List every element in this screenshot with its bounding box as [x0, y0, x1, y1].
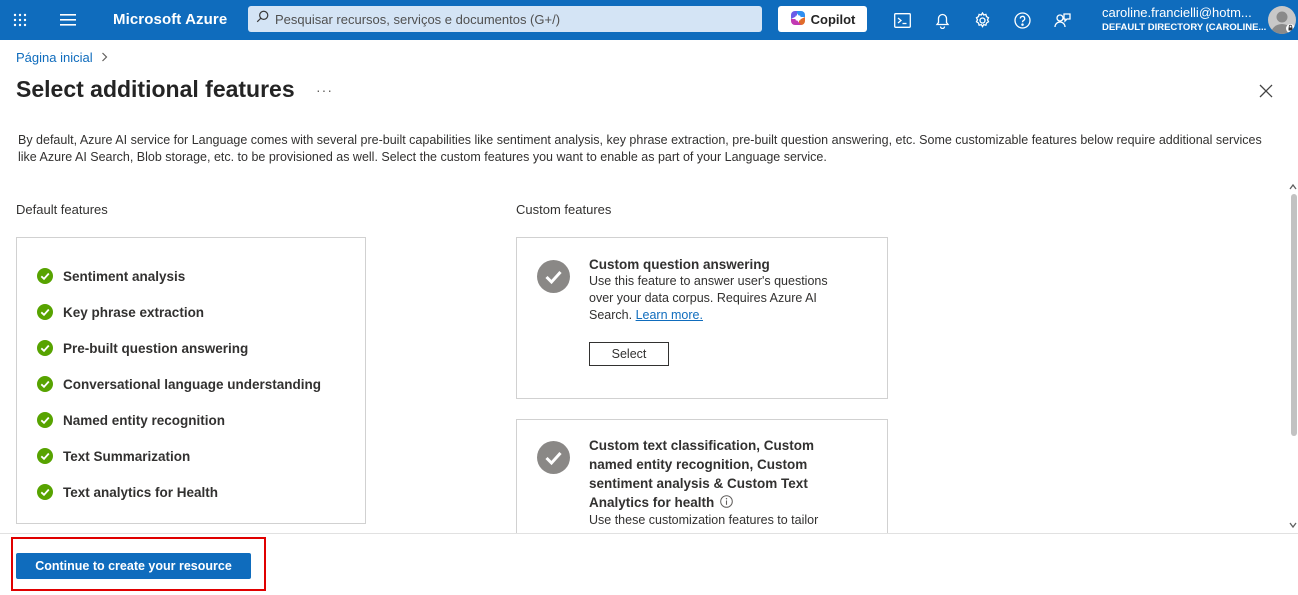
search-icon — [256, 10, 269, 28]
list-item: Named entity recognition — [17, 402, 365, 438]
check-circle-icon — [37, 340, 53, 356]
continue-create-resource-button[interactable]: Continue to create your resource — [16, 553, 251, 579]
cloud-shell-icon[interactable] — [890, 8, 914, 32]
copilot-label: Copilot — [810, 11, 856, 27]
check-circle-icon — [37, 484, 53, 500]
check-circle-icon — [537, 441, 570, 474]
breadcrumb: Página inicial — [16, 50, 108, 65]
check-circle-icon — [37, 376, 53, 392]
default-features-label: Default features — [16, 202, 108, 217]
feature-label: Text Summarization — [63, 448, 191, 464]
card-title: Custom question answering — [589, 257, 770, 272]
feature-label: Sentiment analysis — [63, 268, 186, 284]
account-email: caroline.francielli@hotm... — [1102, 5, 1252, 20]
feature-label: Text analytics for Health — [63, 484, 219, 500]
hamburger-menu-icon[interactable] — [56, 8, 80, 32]
scrollbar-thumb[interactable] — [1291, 194, 1297, 436]
page-title: Select additional features — [16, 76, 295, 102]
check-circle-icon — [37, 304, 53, 320]
gear-icon[interactable] — [970, 8, 994, 32]
feature-label: Conversational language understanding — [63, 376, 322, 392]
copilot-button[interactable]: Copilot — [778, 6, 867, 32]
default-features-list: Sentiment analysis Key phrase extraction… — [16, 237, 366, 524]
scroll-down-arrow-icon[interactable] — [1288, 518, 1298, 530]
global-search-box[interactable] — [248, 6, 762, 32]
bell-icon[interactable] — [930, 8, 954, 32]
custom-question-answering-card: Custom question answering Use this featu… — [516, 237, 888, 399]
card-description: Use this feature to answer user's questi… — [589, 274, 828, 322]
page-description: By default, Azure AI service for Languag… — [18, 133, 1262, 164]
breadcrumb-home-link[interactable]: Página inicial — [16, 50, 93, 65]
check-circle-icon — [37, 448, 53, 464]
feature-label: Pre-built question answering — [63, 340, 249, 356]
waffle-icon[interactable] — [8, 8, 32, 32]
check-circle-icon — [37, 412, 53, 428]
help-icon[interactable] — [1010, 8, 1034, 32]
custom-features-label: Custom features — [516, 202, 612, 217]
feature-label: Key phrase extraction — [63, 304, 205, 320]
copilot-icon — [790, 10, 806, 29]
info-icon[interactable] — [720, 495, 734, 508]
search-input[interactable] — [275, 11, 755, 27]
feature-label: Named entity recognition — [63, 412, 226, 428]
account-info[interactable]: caroline.francielli@hotm... DEFAULT DIRE… — [1102, 5, 1267, 33]
avatar[interactable] — [1268, 6, 1296, 34]
check-circle-icon — [37, 268, 53, 284]
learn-more-link[interactable]: Learn more. — [636, 308, 703, 322]
more-options-button[interactable]: ··· — [316, 82, 333, 98]
card-description: Use these customization features to tail… — [589, 513, 819, 527]
list-item: Text analytics for Health — [17, 474, 365, 510]
top-bar: Microsoft Azure Copilot — [0, 0, 1298, 40]
custom-text-classification-card: Custom text classification, Custom named… — [516, 419, 888, 539]
feedback-icon[interactable] — [1050, 8, 1074, 32]
list-item: Conversational language understanding — [17, 366, 365, 402]
check-circle-icon — [537, 260, 570, 293]
list-item: Pre-built question answering — [17, 330, 365, 366]
card-title: Custom text classification, Custom named… — [589, 438, 815, 510]
list-item: Text Summarization — [17, 438, 365, 474]
list-item: Sentiment analysis — [17, 258, 365, 294]
account-directory: DEFAULT DIRECTORY (CAROLINE... — [1102, 22, 1267, 33]
close-icon[interactable] — [1256, 81, 1276, 101]
select-button[interactable]: Select — [589, 342, 669, 366]
list-item: Key phrase extraction — [17, 294, 365, 330]
scroll-up-arrow-icon[interactable] — [1288, 180, 1298, 192]
brand-title[interactable]: Microsoft Azure — [113, 11, 227, 28]
chevron-right-icon — [101, 51, 108, 65]
